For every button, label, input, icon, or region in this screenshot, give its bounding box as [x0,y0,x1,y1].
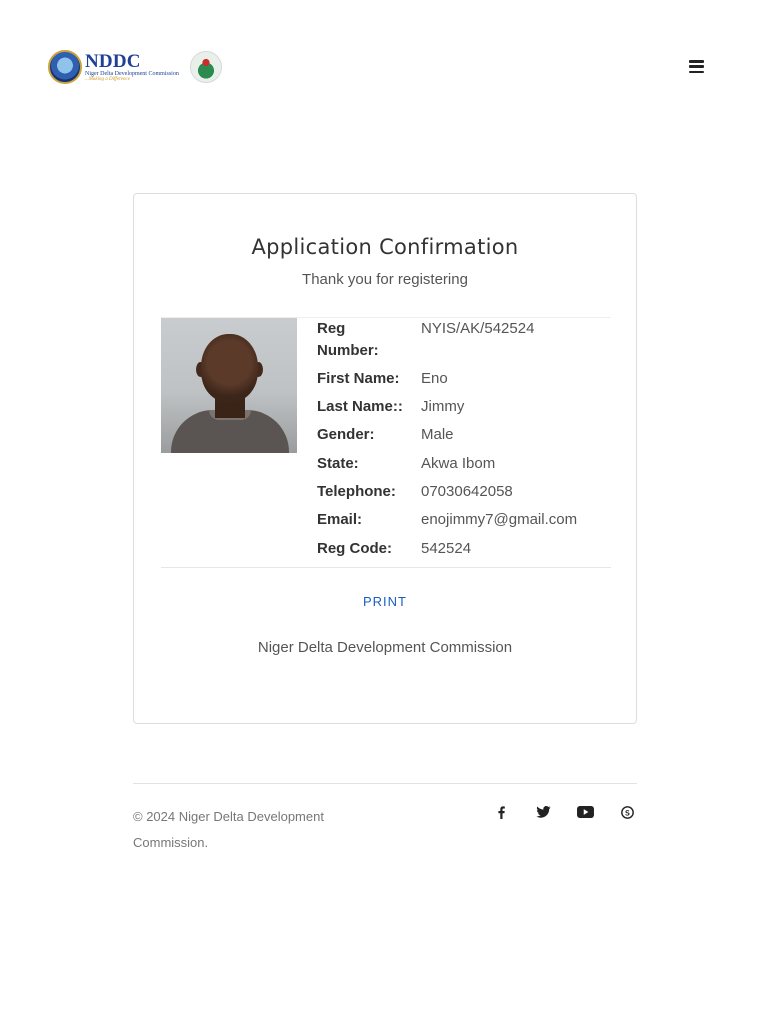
facebook-icon[interactable] [491,804,511,820]
field-label: First Name: [317,370,400,387]
field-value: Akwa Ibom [421,455,496,472]
card-footer-text: Niger Delta Development Commission [257,639,513,656]
field-row-state: State: Akwa Ibom [317,453,611,475]
field-value: Jimmy [421,398,465,415]
card-title: Application Confirmation [251,235,519,259]
applicant-info: Reg Number: NYIS/AK/542524 First Name: E… [161,317,611,568]
photo-head [201,334,258,402]
print-button[interactable]: PRINT [134,594,636,609]
hamburger-line [689,60,704,63]
social-links [469,804,637,820]
nddc-logo[interactable]: NDDC Niger Delta Development Commission … [48,49,222,85]
field-value: NYIS/AK/542524 [421,320,535,337]
field-value: 542524 [421,540,472,557]
logo-text: NDDC Niger Delta Development Commission … [85,50,187,82]
field-label: State: [317,455,359,472]
field-label: Reg Code: [317,540,392,557]
field-value: Eno [421,370,448,387]
field-value: enojimmy7@gmail.com [421,511,578,528]
field-row-last-name: Last Name:: Jimmy [317,396,611,418]
site-header: NDDC Niger Delta Development Commission … [0,0,768,134]
field-label: Last Name:: [317,398,403,415]
confirmation-card: Application Confirmation Thank you for r… [133,193,637,724]
hamburger-line [689,70,704,73]
hamburger-icon[interactable] [689,60,704,73]
field-label: Email: [317,511,363,528]
field-row-reg-number: Reg Number: NYIS/AK/542524 [317,318,611,362]
field-label: Reg Number: [317,320,379,359]
field-row-reg-code: Reg Code: 542524 [317,538,611,560]
logo-main-text: NDDC [85,50,141,72]
copyright-text: © 2024 Niger Delta Development Commissio… [133,809,324,850]
field-row-gender: Gender: Male [317,424,611,446]
field-row-email: Email: enojimmy7@gmail.com [317,509,611,531]
twitter-icon[interactable] [533,804,553,820]
site-footer: © 2024 Niger Delta Development Commissio… [133,783,637,850]
field-value: 07030642058 [421,483,513,500]
hamburger-line [689,65,704,68]
field-label: Gender: [317,426,375,443]
applicant-photo [161,318,297,453]
field-value: Male [421,426,454,443]
skype-icon[interactable] [617,804,637,820]
nddc-seal-icon [48,50,82,84]
card-subtitle: Thank you for registering [302,271,468,288]
logo-tagline: ...Making a Difference [85,76,130,82]
field-label: Telephone: [317,483,396,500]
coat-of-arms-icon [190,51,222,83]
field-row-telephone: Telephone: 07030642058 [317,481,611,503]
field-row-first-name: First Name: Eno [317,368,611,390]
youtube-icon[interactable] [575,804,595,820]
